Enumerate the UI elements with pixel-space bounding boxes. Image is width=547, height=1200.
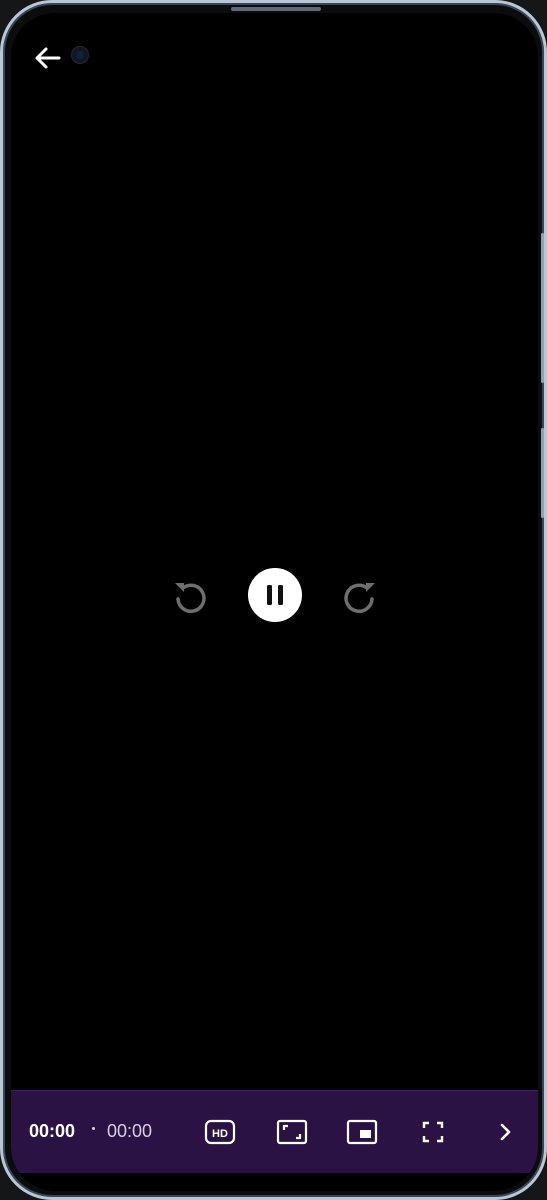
hd-label: HD <box>212 1128 228 1140</box>
duration-time: 00:00 <box>107 1121 153 1141</box>
chevron-right-icon <box>500 1123 511 1141</box>
pause-button[interactable] <box>248 568 302 622</box>
picture-in-picture-button[interactable] <box>345 1115 379 1149</box>
fullscreen-icon <box>422 1121 444 1143</box>
player-control-bar: 00:00 00:00 HD <box>11 1090 538 1173</box>
back-button[interactable] <box>33 43 63 73</box>
forward-icon <box>344 583 375 613</box>
device-frame: 00:00 00:00 HD <box>0 0 547 1200</box>
center-controls <box>11 568 538 624</box>
volume-button <box>541 233 544 383</box>
video-screen[interactable]: 00:00 00:00 HD <box>11 13 538 1191</box>
power-button <box>541 428 544 518</box>
arrow-left-icon <box>35 47 61 69</box>
aspect-ratio-button[interactable] <box>275 1115 309 1149</box>
rewind-button[interactable] <box>169 574 213 618</box>
aspect-ratio-icon <box>276 1119 308 1145</box>
speaker-grille <box>231 7 321 11</box>
forward-button[interactable] <box>337 574 381 618</box>
front-camera <box>71 46 89 64</box>
time-separator <box>92 1127 95 1130</box>
current-time: 00:00 <box>29 1121 76 1141</box>
hd-icon: HD <box>204 1119 236 1145</box>
picture-in-picture-icon <box>346 1119 378 1145</box>
pause-icon <box>267 585 283 605</box>
rewind-icon <box>175 583 206 613</box>
quality-button[interactable]: HD <box>203 1115 237 1149</box>
more-controls-button[interactable] <box>489 1115 523 1149</box>
fullscreen-button[interactable] <box>416 1115 450 1149</box>
